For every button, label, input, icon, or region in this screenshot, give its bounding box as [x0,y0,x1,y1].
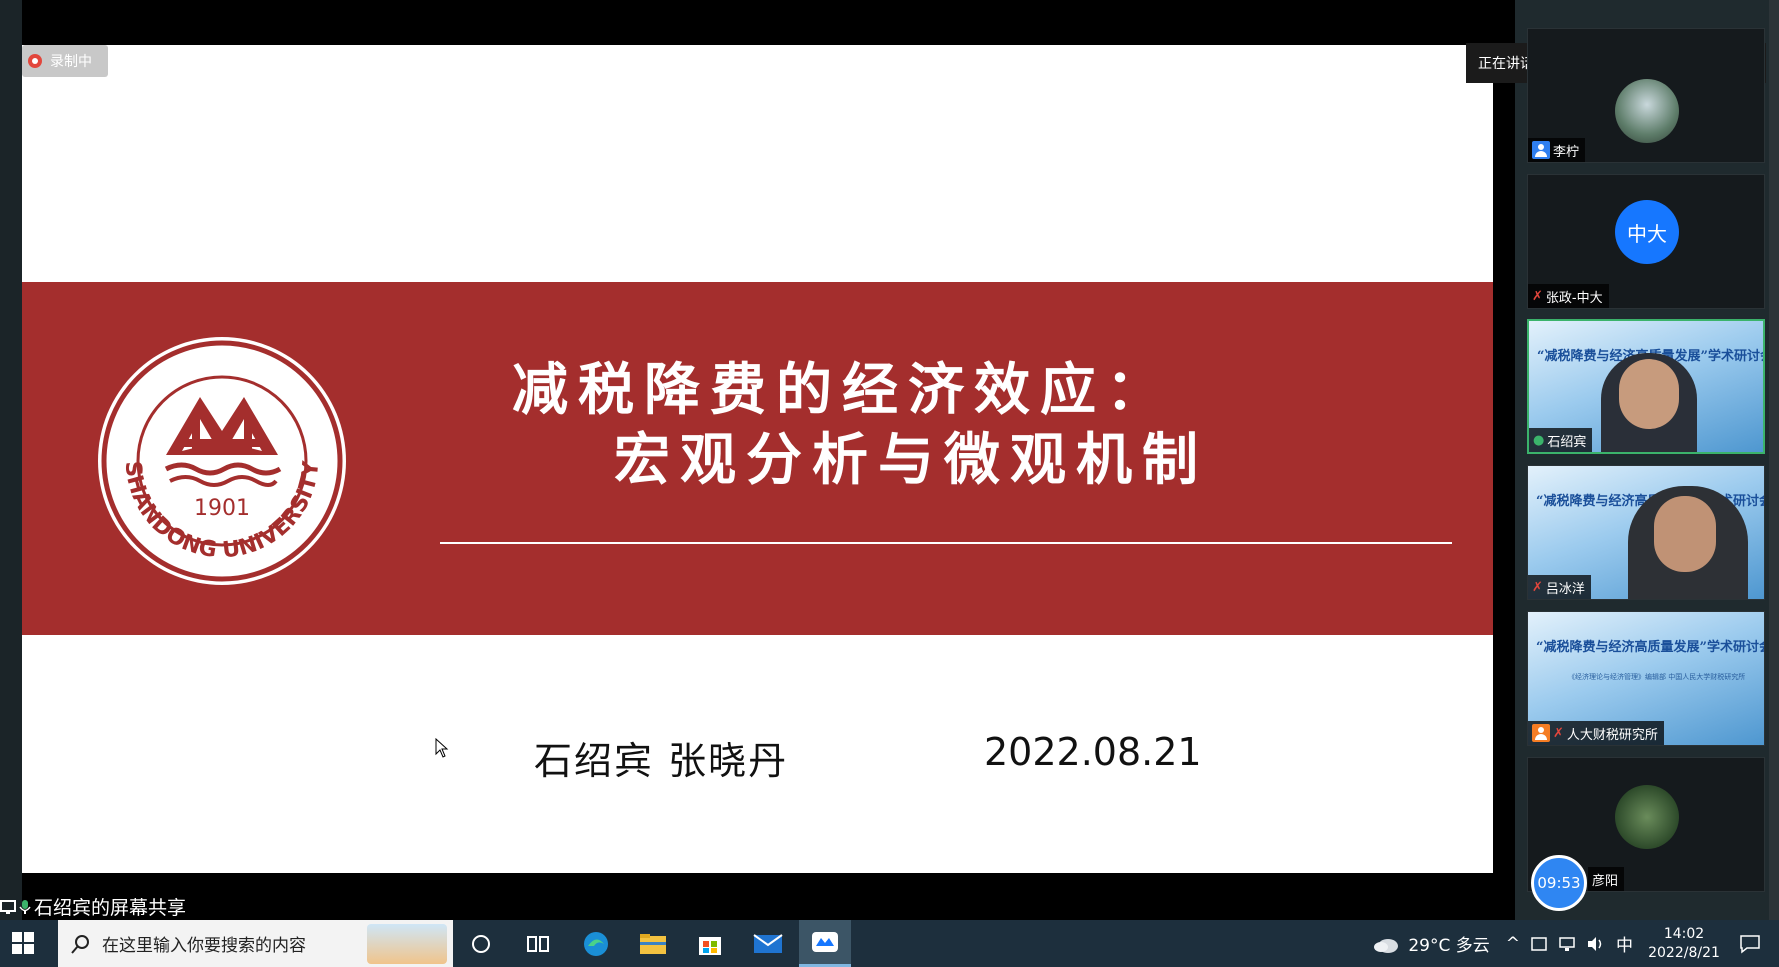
file-explorer-icon[interactable] [627,920,679,967]
notification-icon[interactable] [1739,934,1761,954]
logo-year: 1901 [194,496,250,521]
left-border [0,0,22,920]
meeting-timer[interactable]: 09:53 [1531,855,1587,911]
search-placeholder: 在这里输入你要搜索的内容 [102,936,306,956]
windows-start-icon[interactable] [12,932,34,954]
avatar [1615,79,1679,143]
user-icon [1532,724,1550,742]
participant-name-tag: ✗ 吕冰洋 [1528,575,1591,599]
slide-title-line2: 宏观分析与微观机制 [614,427,1208,493]
mic-muted-icon: ✗ [1532,288,1543,304]
avatar [1615,785,1679,849]
participant-name: 吕冰洋 [1545,581,1585,597]
participant-tile[interactable]: 李柠 [1527,28,1765,163]
panel-scrollbar[interactable] [1769,0,1779,920]
slide-title: 减税降费的经济效应： 宏观分析与微观机制 [512,355,1208,495]
mouse-cursor-icon [435,738,449,758]
mic-muted-icon: ✗ [1532,579,1543,595]
mail-icon[interactable] [742,920,794,967]
task-view-icon[interactable] [512,920,564,967]
ime-indicator[interactable]: 中 [1616,931,1633,956]
slide-authors: 石绍宾 张晓丹 [534,739,789,783]
screen-share-text: 石绍宾的屏幕共享 [34,897,187,919]
volume-icon[interactable] [1586,935,1606,953]
participant-tile[interactable]: 中大 ✗ 张政-中大 [1527,174,1765,309]
recording-icon [28,54,42,68]
weather-cloud-icon [1374,938,1399,953]
chevron-up-icon[interactable]: ^ [1506,934,1520,954]
clock-date: 2022/8/21 [1648,944,1720,961]
security-icon[interactable] [1530,935,1548,953]
screen-share-icon [0,899,16,914]
taskbar-clock[interactable]: 14:02 2022/8/21 [1639,925,1729,963]
participant-name: 张政-中大 [1545,290,1603,306]
edge-browser-icon[interactable] [570,920,622,967]
weather-text[interactable]: 29°C 多云 [1408,931,1489,956]
participant-name-tag: 彦阳 [1588,867,1625,891]
participant-name-tag: ✗ 张政-中大 [1528,284,1609,308]
participant-name-tag: ✗ 人大财税研究所 [1528,721,1664,745]
microphone-icon: ● [1533,432,1545,448]
participant-name-tag: 李柠 [1528,138,1586,162]
participant-name-tag: ● 石绍宾 [1529,428,1593,452]
participant-name: 人大财税研究所 [1566,727,1658,743]
user-icon [1532,141,1550,159]
university-logo: 1901 SHANDONG UNIVERSITY [98,337,346,585]
network-icon[interactable] [1558,935,1576,953]
title-divider [440,542,1452,544]
participant-name: 李柠 [1553,144,1580,160]
cortana-icon[interactable] [455,920,507,967]
taskbar: 在这里输入你要搜索的内容 29°C 多云 ^ 中 14:02 2022/8/21 [0,920,1779,967]
slide-date: 2022.08.21 [984,730,1202,774]
recording-indicator[interactable]: 录制中 [22,45,108,77]
search-icon [71,934,89,954]
participant-name: 彦阳 [1592,873,1619,889]
system-tray: 29°C 多云 ^ 中 14:02 2022/8/21 [1372,920,1779,967]
microsoft-store-icon[interactable] [684,920,736,967]
clock-time: 14:02 [1663,925,1705,942]
search-highlight-image [367,924,447,964]
participant-name: 石绍宾 [1547,434,1587,450]
shared-slide: 1901 SHANDONG UNIVERSITY 减税降费的经济效应： 宏观分析… [22,45,1493,873]
recording-label: 录制中 [50,54,92,70]
avatar: 中大 [1615,200,1679,264]
participant-tile[interactable]: “减税降费与经济高质量发展”学术研讨会 ✗ 吕冰洋 [1527,465,1765,600]
meeting-app-icon[interactable] [799,920,851,967]
banner-subtext: 《经济理论与经济管理》编辑部 中国人民大学财税研究所 [1568,673,1746,681]
mic-muted-icon: ✗ [1553,725,1564,741]
slide-title-line1: 减税降费的经济效应： [512,357,1172,423]
screen-share-label: 石绍宾的屏幕共享 [0,893,186,920]
banner-text: “减税降费与经济高质量发展”学术研讨会 [1536,640,1765,655]
participant-tile[interactable]: “减税降费与经济高质量发展”学术研讨会 ● 石绍宾 [1527,319,1765,454]
taskbar-search[interactable]: 在这里输入你要搜索的内容 [58,920,453,967]
participant-tile[interactable]: “减税降费与经济高质量发展”学术研讨会 《经济理论与经济管理》编辑部 中国人民大… [1527,611,1765,746]
person-video [1628,486,1748,599]
person-video [1601,353,1697,452]
microphone-icon [19,899,31,914]
